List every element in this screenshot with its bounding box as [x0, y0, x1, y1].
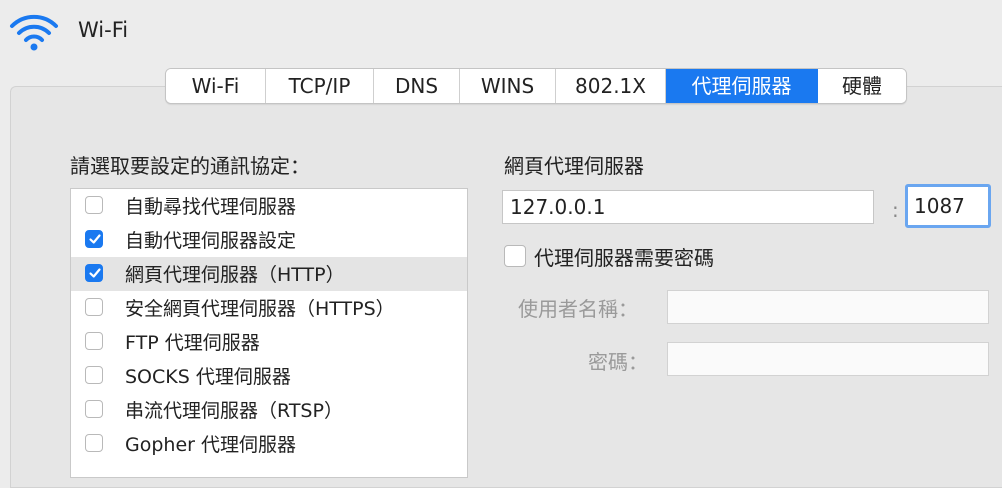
protocol-checkbox[interactable] [85, 434, 103, 452]
list-item[interactable]: Gopher 代理伺服器 [71, 427, 467, 461]
tab-wins[interactable]: WINS [460, 69, 556, 103]
checkmark-icon [89, 234, 101, 244]
protocol-checkbox[interactable] [85, 332, 103, 350]
protocol-checkbox[interactable] [85, 230, 103, 248]
password-field[interactable] [667, 342, 989, 376]
list-item[interactable]: 串流代理伺服器（RTSP） [71, 393, 467, 427]
list-item[interactable]: SOCKS 代理伺服器 [71, 359, 467, 393]
auth-required-checkbox[interactable] [504, 245, 526, 267]
protocol-heading: 請選取要設定的通訊協定： [70, 154, 310, 178]
list-item[interactable]: 網頁代理伺服器（HTTP） [71, 257, 467, 291]
list-item[interactable]: 自動尋找代理伺服器 [71, 189, 467, 223]
protocol-label: FTP 代理伺服器 [125, 332, 260, 354]
tab-bar: Wi-Fi TCP/IP DNS WINS 802.1X 代理伺服器 硬體 [165, 68, 907, 104]
protocol-checkbox[interactable] [85, 298, 103, 316]
wifi-icon [10, 14, 58, 51]
username-label: 使用者名稱： [518, 297, 638, 321]
protocol-checkbox[interactable] [85, 264, 103, 282]
protocol-checkbox[interactable] [85, 400, 103, 418]
protocol-checkbox[interactable] [85, 196, 103, 214]
protocol-label: 網頁代理伺服器（HTTP） [125, 264, 345, 286]
protocol-list[interactable]: 自動尋找代理伺服器 自動代理伺服器設定 網頁代理伺服器（HTTP） 安全網頁代理… [70, 188, 468, 478]
port-separator: : [892, 198, 899, 222]
auth-required-label: 代理伺服器需要密碼 [534, 246, 714, 270]
window-title: Wi-Fi [78, 18, 129, 42]
list-item[interactable]: 安全網頁代理伺服器（HTTPS） [71, 291, 467, 325]
proxy-port-field[interactable] [905, 184, 991, 228]
proxy-server-heading: 網頁代理伺服器 [504, 154, 644, 178]
username-field[interactable] [667, 290, 989, 324]
protocol-label: SOCKS 代理伺服器 [125, 366, 291, 388]
tab-hardware[interactable]: 硬體 [818, 69, 906, 103]
tab-8021x[interactable]: 802.1X [556, 69, 666, 103]
protocol-label: 自動代理伺服器設定 [125, 230, 297, 252]
title-bar: Wi-Fi [0, 0, 1002, 64]
protocol-label: 自動尋找代理伺服器 [125, 196, 297, 218]
protocol-label: Gopher 代理伺服器 [125, 434, 296, 456]
tab-tcpip[interactable]: TCP/IP [266, 69, 374, 103]
list-item[interactable]: FTP 代理伺服器 [71, 325, 467, 359]
proxy-server-field[interactable] [502, 190, 874, 224]
protocol-checkbox[interactable] [85, 366, 103, 384]
tab-proxies[interactable]: 代理伺服器 [666, 69, 818, 103]
tab-dns[interactable]: DNS [374, 69, 460, 103]
checkmark-icon [89, 268, 101, 278]
protocol-label: 串流代理伺服器（RTSP） [125, 400, 343, 422]
list-item[interactable]: 自動代理伺服器設定 [71, 223, 467, 257]
tab-wifi[interactable]: Wi-Fi [166, 69, 266, 103]
password-label: 密碼： [588, 350, 648, 374]
protocol-label: 安全網頁代理伺服器（HTTPS） [125, 298, 395, 320]
